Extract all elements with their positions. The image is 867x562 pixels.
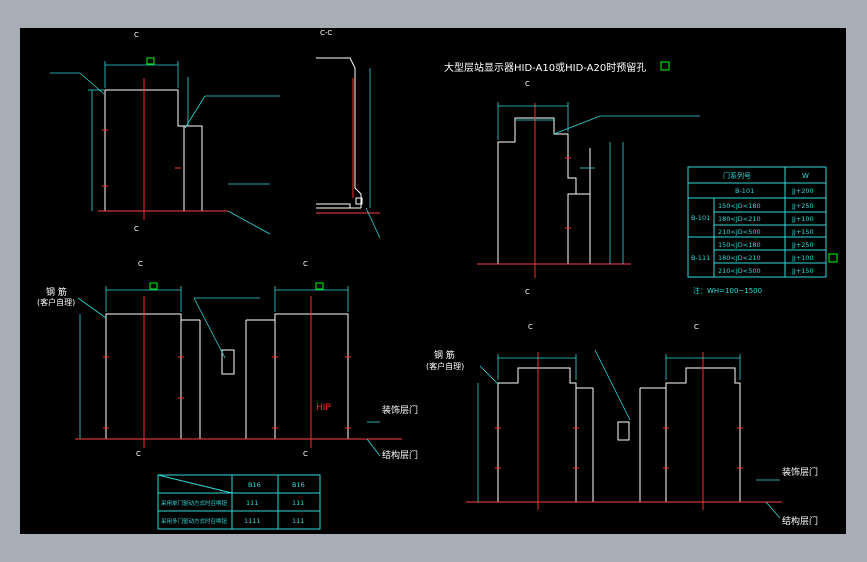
label-rebar: 钢 筋 [46,286,67,298]
bottom-table: B16 B16 采用单门驱动方式时召唤钮 111 111 采用多门驱动方式时召唤… [157,474,321,530]
bottom-row-2-b: 111 [292,517,304,525]
section-mark-c2-top: C [303,260,308,268]
spec-row-4-sub: 210<JD<500 [718,228,761,236]
spec-row-6-w: JJ+100 [791,254,814,262]
label-hip: HIP [316,403,331,413]
spec-header-type: 门系列号 [723,171,751,180]
section-mark-c1-bottom: C [136,450,141,458]
spec-row-3-sub: 180<JD<210 [718,215,761,223]
label-structural-floor-2: 结构层门 [782,515,818,527]
spec-table: 门系列号 W B-101 JJ+200 B-101 150<JD<180 JJ+… [687,166,827,278]
cad-drawing[interactable]: 大型层站显示器HID-A10或HID-A20时预留孔 C C C-C C C 门… [20,28,846,534]
section-mark-c1-top: C [138,260,143,268]
spec-row-4-w: JJ+150 [791,228,814,236]
section-mark-b-bottom: C [525,288,530,296]
bottom-row-1-b: 111 [292,499,304,507]
elevation-bottom-right [497,367,741,502]
bottom-header-2: B16 [292,481,305,489]
spec-row-1-sub: B-101 [735,187,754,195]
label-customer-provided: (客户自理) [37,297,75,307]
bottom-row-2-label: 采用多门驱动方式时召唤钮 [161,517,228,525]
section-mark-a-top: C [134,31,139,39]
spec-row-1-w: JJ+200 [791,187,814,195]
bottom-header-1: B16 [248,481,261,489]
label-rebar-2: 钢 筋 [434,349,455,361]
spec-header-w: W [802,172,809,180]
spec-group-2: B-111 [691,254,710,262]
spec-row-5-w: JJ+250 [791,241,814,249]
section-mark-b-top: C [525,80,530,88]
elevation-top-right [497,117,591,264]
marker-c2 [315,282,324,290]
spec-group-1: B-101 [691,214,710,222]
section-mark-d2-top: C [694,323,699,331]
spec-row-7-w: JJ+150 [791,267,814,275]
dimensions-b [497,102,700,264]
title-marker-box [660,61,670,71]
marker-a [146,57,155,65]
spec-row-2-w: JJ+250 [791,202,814,210]
spec-row-2-sub: 150<JD<180 [718,202,761,210]
spec-row-6-sub: 180<JD<210 [718,254,761,262]
dimensions-c [77,286,381,457]
spec-row-7-sub: 210<JD<500 [718,267,761,275]
section-mark-a-bottom: C [134,225,139,233]
bottom-row-1-label: 采用单门驱动方式时召唤钮 [161,499,228,507]
note-wh: 注：WH=100~1500 [693,286,762,295]
spec-marker [828,253,838,263]
label-finished-floor-1: 装饰层门 [382,404,418,416]
drawing-canvas[interactable]: 大型层站显示器HID-A10或HID-A20时预留孔 C C C-C C C 门… [20,28,846,534]
section-mark-c2-bottom: C [303,450,308,458]
bottom-row-1-a: 111 [246,499,258,507]
marker-c1 [149,282,158,290]
label-structural-floor-1: 结构层门 [382,449,418,461]
spec-row-5-sub: 150<JD<180 [718,241,761,249]
elevation-top-left [104,89,203,211]
label-customer-provided-2: (客户自理) [426,361,464,371]
drawing-title: 大型层站显示器HID-A10或HID-A20时预留孔 [444,61,646,74]
elevation-mid-left [105,313,349,440]
section-mark-d1-top: C [528,323,533,331]
dimensions-a [50,61,280,235]
section-title: C-C [320,29,332,37]
section-cc [316,57,363,209]
tick-marks [102,129,743,469]
bottom-row-2-a: 1111 [244,517,261,525]
spec-row-3-w: JJ+100 [791,215,814,223]
label-finished-floor-2: 装饰层门 [782,466,818,478]
